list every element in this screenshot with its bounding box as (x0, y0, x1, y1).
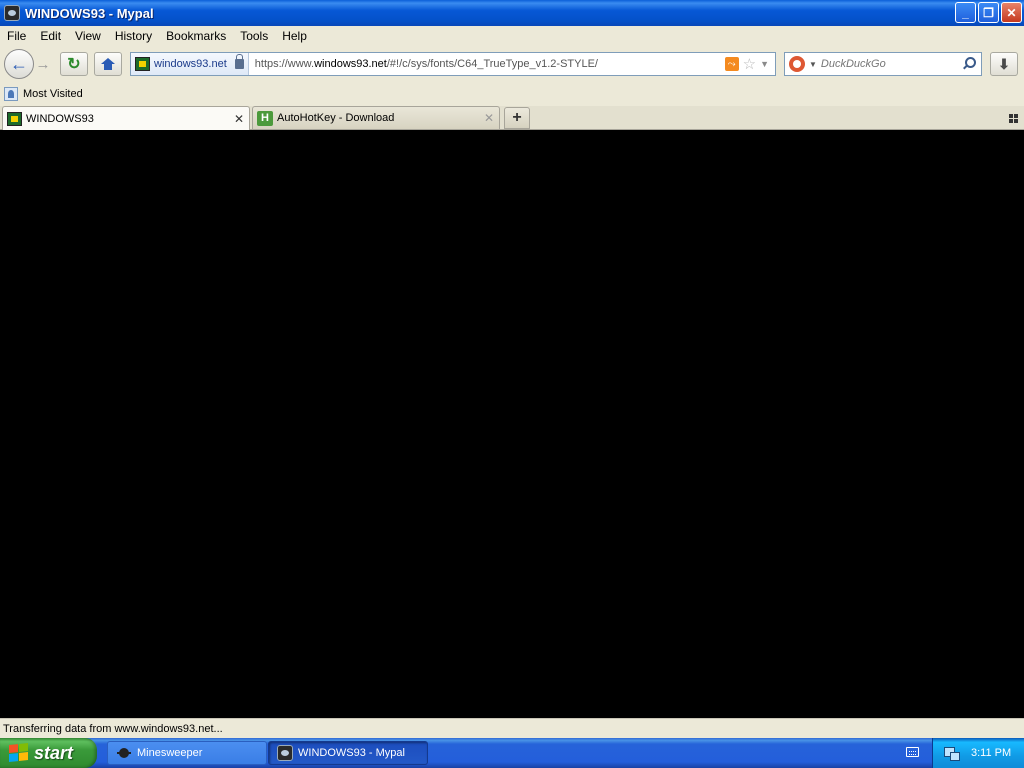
taskbar-item-label: Minesweeper (137, 747, 203, 759)
url-host: windows93.net (314, 58, 387, 70)
start-label: start (34, 742, 74, 763)
windows93-site-icon (7, 111, 22, 126)
taskbar-item-label: WINDOWS93 - Mypal (298, 747, 405, 759)
windows93-site-icon (135, 57, 150, 71)
downloads-button[interactable]: ⬇ (990, 52, 1018, 76)
tab-autohotkey[interactable]: H AutoHotKey - Download ✕ (252, 106, 500, 129)
tab-windows93[interactable]: WINDOWS93 ✕ (2, 106, 250, 130)
maximize-button[interactable]: ❐ (978, 2, 999, 23)
taskbar: start Minesweeper WINDOWS93 - Mypal (0, 738, 1024, 768)
menu-bookmarks[interactable]: Bookmarks (159, 29, 233, 43)
duckduckgo-engine-icon[interactable] (789, 56, 805, 72)
mypal-app-icon[interactable] (4, 5, 20, 21)
search-bar[interactable]: ▼ (784, 52, 982, 76)
taskbar-item-minesweeper[interactable]: Minesweeper (107, 741, 267, 765)
menu-file[interactable]: File (0, 29, 33, 43)
rss-feed-icon[interactable]: ⤳ (724, 57, 739, 71)
menu-tools[interactable]: Tools (233, 29, 275, 43)
bookmark-label: Most Visited (23, 88, 83, 100)
identity-label: windows93.net (154, 58, 227, 70)
navigation-toolbar: ← → ↻ windows93.net https://www.windows9… (0, 46, 1024, 82)
start-button[interactable]: start (0, 738, 97, 768)
minesweeper-icon (116, 745, 132, 761)
bookmark-most-visited[interactable]: Most Visited (4, 87, 83, 101)
search-input[interactable] (820, 58, 961, 70)
tab-close-icon[interactable]: ✕ (483, 111, 495, 125)
system-tray: 3:11 PM (932, 738, 1024, 768)
page-content[interactable] (0, 130, 1024, 718)
bookmarks-toolbar: Most Visited (0, 82, 1024, 106)
history-dropdown-icon[interactable]: ▼ (760, 59, 769, 69)
search-icon[interactable] (961, 56, 977, 72)
window-controls: _ ❐ ✕ (955, 2, 1022, 23)
tab-close-icon[interactable]: ✕ (233, 112, 245, 126)
window-title: WINDOWS93 - Mypal (25, 5, 154, 21)
url-prefix: https://www. (254, 58, 315, 70)
tab-label: WINDOWS93 (26, 112, 94, 125)
tab-label: AutoHotKey - Download (277, 112, 395, 124)
lock-icon (234, 54, 244, 69)
home-icon (101, 58, 115, 70)
menu-help[interactable]: Help (275, 29, 314, 43)
bookmark-star-icon[interactable]: ☆ (743, 55, 756, 73)
engine-dropdown-icon[interactable]: ▼ (809, 60, 817, 69)
url-path: /#!/c/sys/fonts/C64_TrueType_v1.2-STYLE/ (386, 58, 598, 70)
network-icon[interactable] (943, 745, 960, 761)
forward-arrow-icon: → (35, 55, 51, 73)
keyboard-language-icon[interactable] (906, 747, 919, 757)
tab-strip: WINDOWS93 ✕ H AutoHotKey - Download ✕ + (0, 106, 1024, 130)
url-input[interactable]: https://www.windows93.net/#!/c/sys/fonts… (249, 58, 725, 70)
menu-history[interactable]: History (108, 29, 159, 43)
plus-icon: + (512, 109, 522, 126)
minimize-button[interactable]: _ (955, 2, 976, 23)
menu-view[interactable]: View (68, 29, 108, 43)
download-arrow-icon: ⬇ (998, 55, 1010, 72)
most-visited-icon (4, 87, 18, 101)
home-button[interactable] (94, 52, 122, 76)
taskbar-item-mypal[interactable]: WINDOWS93 - Mypal (268, 741, 428, 765)
new-tab-button[interactable]: + (504, 107, 530, 129)
mypal-app-icon (277, 745, 293, 761)
back-arrow-icon: ← (10, 53, 28, 74)
forward-button[interactable]: → (32, 52, 54, 76)
back-button[interactable]: ← (4, 49, 34, 79)
site-identity-button[interactable]: windows93.net (131, 53, 249, 75)
menu-edit[interactable]: Edit (33, 29, 68, 43)
list-all-tabs-icon[interactable] (1009, 114, 1018, 123)
status-bar: Transferring data from www.windows93.net… (0, 718, 1024, 738)
title-bar: WINDOWS93 - Mypal _ ❐ ✕ (0, 0, 1024, 26)
clock[interactable]: 3:11 PM (971, 747, 1011, 759)
address-bar[interactable]: windows93.net https://www.windows93.net/… (130, 52, 776, 76)
reload-button[interactable]: ↻ (60, 52, 88, 76)
menu-bar: File Edit View History Bookmarks Tools H… (0, 26, 1024, 46)
close-button[interactable]: ✕ (1001, 2, 1022, 23)
autohotkey-icon: H (257, 110, 273, 126)
windows-logo-icon (9, 743, 29, 763)
status-text: Transferring data from www.windows93.net… (3, 722, 223, 735)
reload-icon: ↻ (67, 56, 81, 73)
